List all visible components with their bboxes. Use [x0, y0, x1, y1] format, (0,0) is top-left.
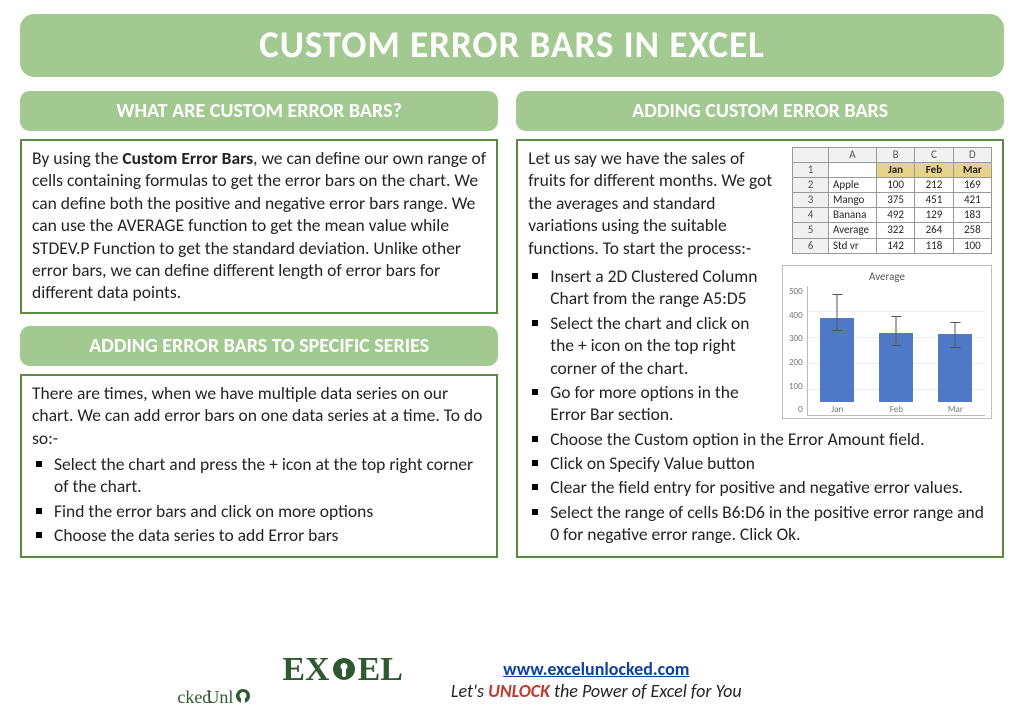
table-cell: Jan — [876, 163, 914, 178]
specific-intro: There are times, when we have multiple d… — [32, 382, 486, 449]
table-colhdr: D — [953, 148, 991, 163]
list-item: Choose the data series to add Error bars — [54, 524, 486, 546]
tag-pre: Let's — [451, 680, 488, 702]
footer: EXEL Unlcked www.excelunlocked.com Let's… — [0, 651, 1024, 708]
list-item: Go for more options in the Error Bar sec… — [550, 381, 992, 426]
what-text-bold: Custom Error Bars — [122, 147, 253, 169]
page-title: CUSTOM ERROR BARS IN EXCEL — [20, 22, 1004, 67]
tag-unlock: UNLOCK — [488, 680, 550, 702]
section-head-specific: ADDING ERROR BARS TO SPECIFIC SERIES — [20, 326, 498, 366]
adding-steps: Insert a 2D Clustered Column Chart from … — [528, 265, 992, 546]
list-item: Click on Specify Value button — [550, 452, 992, 474]
table-cell: Feb — [915, 163, 953, 178]
list-item: Select the chart and click on the + icon… — [550, 312, 992, 379]
page-title-bar: CUSTOM ERROR BARS IN EXCEL — [20, 14, 1004, 77]
table-corner — [793, 148, 829, 163]
data-table: A B C D 1 Jan Feb Mar 2Apple100212169 3M… — [792, 147, 992, 254]
box-adding: Let us say we have the sales of fruits f… — [516, 139, 1004, 558]
left-column: WHAT ARE CUSTOM ERROR BARS? By using the… — [20, 91, 498, 558]
section-head-adding: ADDING CUSTOM ERROR BARS — [516, 91, 1004, 131]
adding-intro: Let us say we have the sales of fruits f… — [528, 147, 784, 259]
table-cell: Mar — [953, 163, 991, 178]
box-what: By using the Custom Error Bars, we can d… — [20, 139, 498, 314]
content-columns: WHAT ARE CUSTOM ERROR BARS? By using the… — [20, 91, 1004, 558]
footer-tagline: www.excelunlocked.com Let's UNLOCK the P… — [451, 658, 742, 702]
section-head-what: WHAT ARE CUSTOM ERROR BARS? — [20, 91, 498, 131]
intro-row: Let us say we have the sales of fruits f… — [528, 147, 992, 259]
what-text-post: , we can define our own range of cells c… — [32, 147, 486, 303]
table-cell — [829, 163, 877, 178]
table-colhdr: C — [915, 148, 953, 163]
list-item: Choose the Custom option in the Error Am… — [550, 428, 992, 450]
website-link[interactable]: www.excelunlocked.com — [503, 658, 689, 680]
keyhole-icon — [333, 658, 355, 680]
list-item: Select the range of cells B6:D6 in the p… — [550, 501, 992, 546]
list-item: Clear the field entry for positive and n… — [550, 476, 992, 498]
keyhole-icon — [236, 689, 250, 703]
box-specific: There are times, when we have multiple d… — [20, 374, 498, 559]
right-column: ADDING CUSTOM ERROR BARS Let us say we h… — [516, 91, 1004, 558]
tag-post: the Power of Excel for You — [550, 680, 742, 702]
list-item: Find the error bars and click on more op… — [54, 500, 486, 522]
list-item: Insert a 2D Clustered Column Chart from … — [550, 265, 992, 310]
specific-steps: Select the chart and press the + icon at… — [32, 453, 486, 547]
table-rownum: 1 — [793, 163, 829, 178]
brand-logo: EXEL Unlcked — [282, 651, 403, 708]
list-item: Select the chart and press the + icon at… — [54, 453, 486, 498]
what-text-pre: By using the — [32, 147, 122, 169]
table-colhdr: A — [829, 148, 877, 163]
table-colhdr: B — [876, 148, 914, 163]
